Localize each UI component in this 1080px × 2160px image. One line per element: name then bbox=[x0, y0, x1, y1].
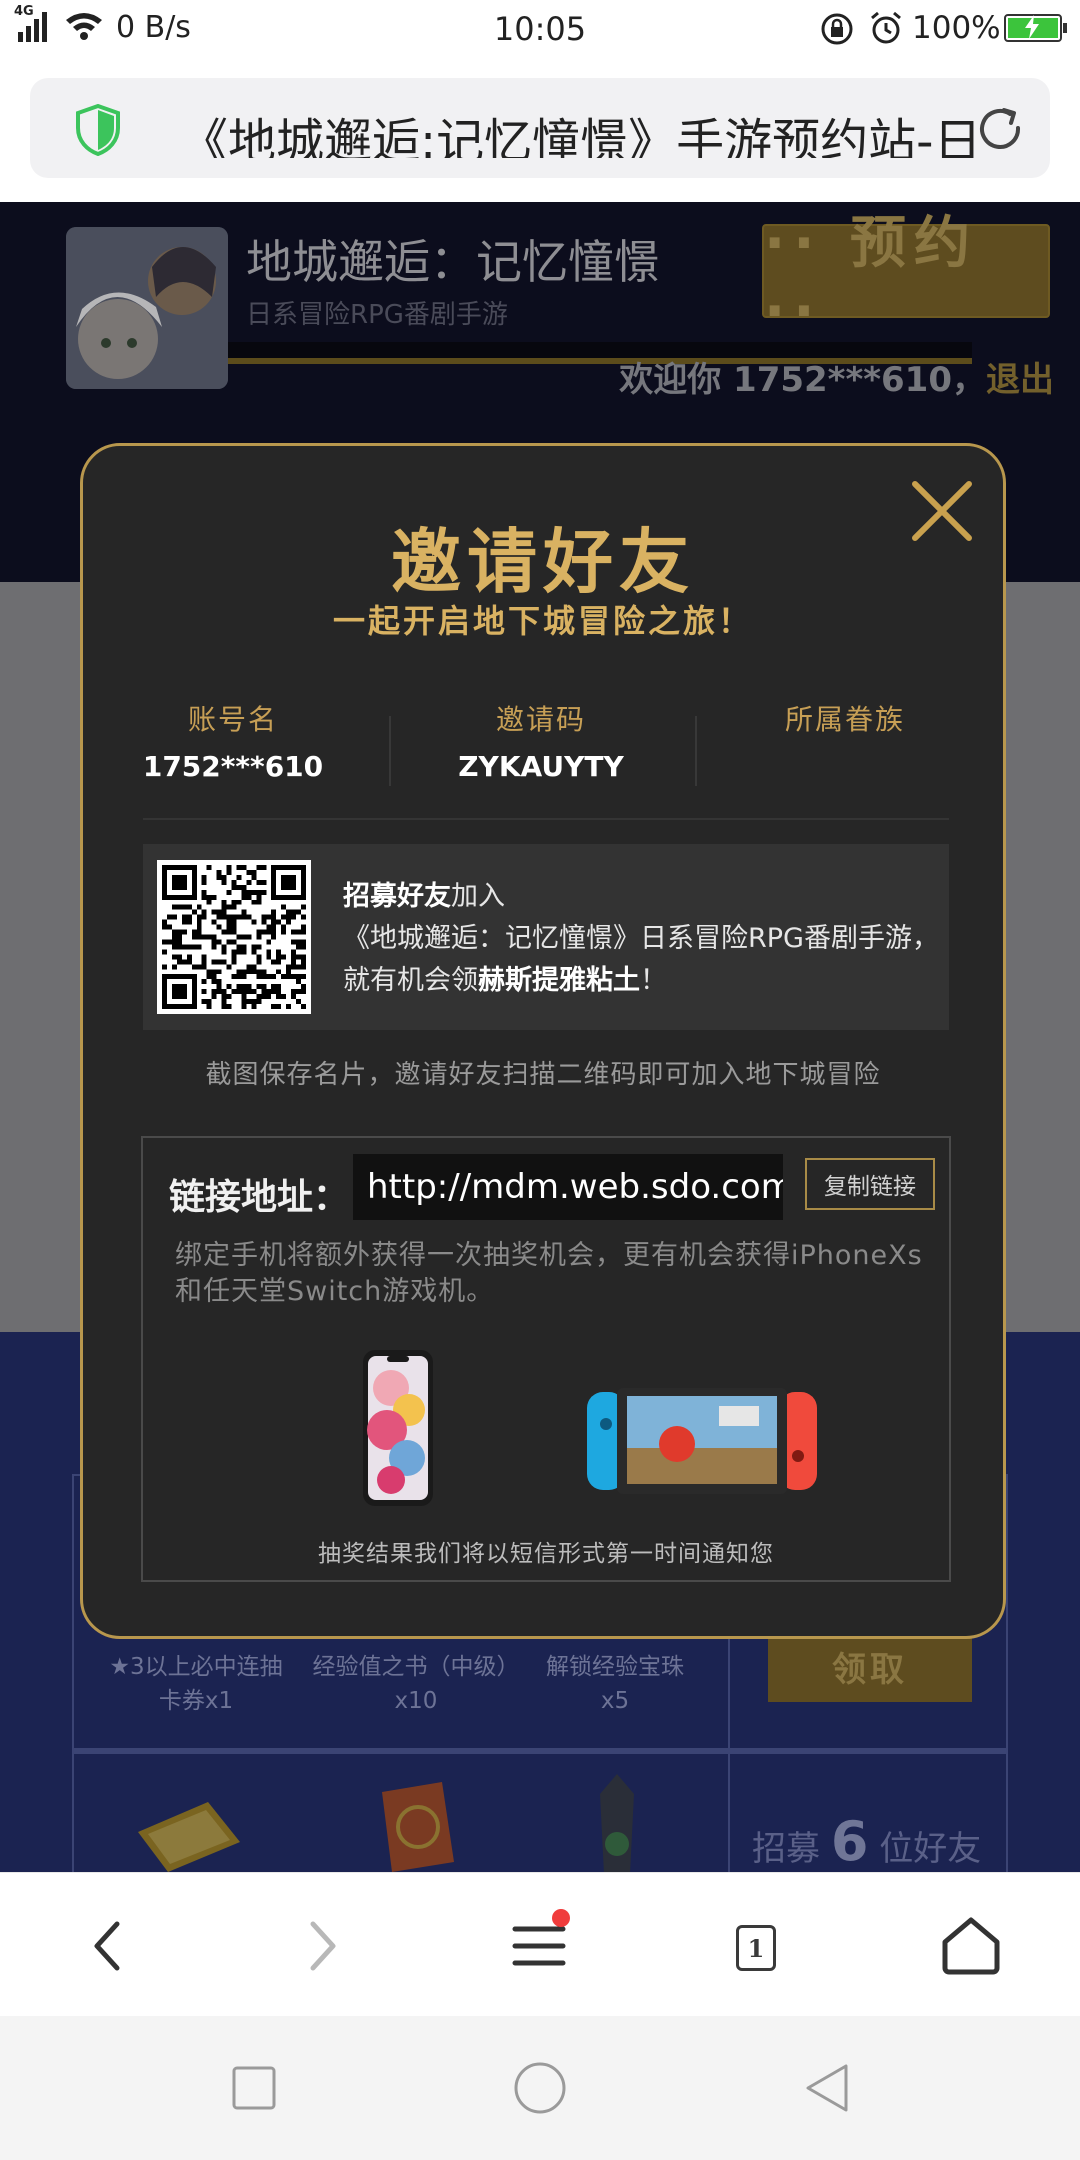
welcome-text: 欢迎你 1752***610，退出 bbox=[619, 352, 1054, 401]
link-field[interactable]: http://mdm.web.sdo.com bbox=[353, 1154, 783, 1220]
lottery-result-tip: 抽奖结果我们将以短信形式第一时间通知您 bbox=[318, 1541, 774, 1567]
reward-item: ★3以上必中连抽 卡券x1 bbox=[109, 1654, 283, 1714]
home-button[interactable] bbox=[926, 1901, 1016, 1991]
home-icon[interactable] bbox=[939, 1916, 1003, 1976]
status-bar: 4G 0 B/s 10:05 100% bbox=[0, 0, 1080, 56]
battery-icon bbox=[1004, 14, 1067, 42]
forward-icon[interactable] bbox=[303, 1918, 343, 1974]
bind-phone-tip: 绑定手机将额外获得一次抽奖机会，更有机会获得iPhoneXs和任天堂Switch… bbox=[175, 1240, 923, 1307]
modal-title: 邀请好友 bbox=[391, 521, 695, 603]
link-label: 链接地址： bbox=[169, 1177, 350, 1218]
family-info: 所属眷族 bbox=[695, 698, 995, 750]
shield-icon[interactable] bbox=[74, 104, 122, 156]
welcome-user: 欢迎你 1752***610， bbox=[619, 360, 986, 400]
invite-code-info: 邀请码 ZYKAUYTY bbox=[391, 698, 691, 783]
qr-code bbox=[157, 860, 311, 1014]
qr-description: 招募好友加入 《地城邂逅：记忆憧憬》日系冒险RPG番剧手游， 就有机会领赫斯提雅… bbox=[343, 881, 939, 996]
link-section: 链接地址： http://mdm.web.sdo.com 复制链接 绑定手机将额… bbox=[141, 1136, 951, 1582]
game-title: 地城邂逅：记忆憧憬 bbox=[246, 235, 660, 289]
address-bar[interactable]: 《地城邂逅:记忆憧憬》手游预约站-日 bbox=[30, 78, 1050, 178]
back-button[interactable] bbox=[62, 1901, 152, 1991]
lantern-icon bbox=[600, 1774, 634, 1872]
book-icon bbox=[382, 1782, 454, 1872]
rotation-lock-icon bbox=[821, 13, 853, 45]
qr-card: 招募好友加入 《地城邂逅：记忆憧憬》日系冒险RPG番剧手游， 就有机会领赫斯提雅… bbox=[143, 844, 949, 1030]
game-logo bbox=[66, 227, 228, 389]
invite-code-label: 邀请码 bbox=[495, 703, 586, 736]
home-nav-icon[interactable] bbox=[508, 2056, 572, 2120]
reward-item: 解锁经验宝珠 x5 bbox=[546, 1654, 684, 1714]
reward-item: 经验值之书（中级） x10 bbox=[312, 1654, 520, 1714]
browser-toolbar: 1 bbox=[0, 1872, 1080, 2016]
page-title[interactable]: 《地城邂逅:记忆憧憬》手游预约站-日 bbox=[180, 102, 980, 158]
menu-icon[interactable] bbox=[511, 1921, 567, 1971]
battery-percent: 100% bbox=[912, 10, 1001, 46]
reload-icon[interactable] bbox=[974, 104, 1026, 156]
recents-icon[interactable] bbox=[222, 2056, 286, 2120]
system-nav-bar bbox=[0, 2016, 1080, 2160]
back-icon[interactable] bbox=[87, 1918, 127, 1974]
modal-subtitle: 一起开启地下城冒险之旅！ bbox=[332, 602, 753, 640]
forward-button[interactable] bbox=[278, 1901, 368, 1991]
copy-link-button[interactable]: 复制链接 bbox=[805, 1158, 935, 1210]
menu-button[interactable] bbox=[494, 1901, 584, 1991]
logout-link[interactable]: 退出 bbox=[986, 360, 1054, 400]
back-nav-icon[interactable] bbox=[796, 2056, 860, 2120]
account-info: 账号名 1752***610 bbox=[83, 698, 383, 783]
game-subtitle: 日系冒险RPG番剧手游 bbox=[246, 300, 508, 330]
invite-modal: 邀请好友 一起开启地下城冒险之旅！ 账号名 1752***610 邀请码 ZYK… bbox=[80, 443, 1006, 1639]
recruit-goal: 招募 6 位好友 bbox=[752, 1810, 982, 1872]
claim-button[interactable]: 领取 bbox=[768, 1630, 972, 1702]
tabs-count[interactable]: 1 bbox=[736, 1925, 776, 1971]
alarm-icon bbox=[871, 11, 901, 44]
notification-dot bbox=[552, 1909, 570, 1927]
screenshot-tip: 截图保存名片，邀请好友扫描二维码即可加入地下城冒险 bbox=[205, 1060, 881, 1090]
ticket-icon bbox=[138, 1802, 240, 1872]
account-value: 1752***610 bbox=[142, 750, 324, 783]
account-label: 账号名 bbox=[187, 703, 278, 736]
iphone-prize-image bbox=[363, 1350, 433, 1506]
tabs-button[interactable]: 1 bbox=[710, 1901, 800, 1991]
reserve-button[interactable]: ·· 预约 ·· bbox=[762, 211, 1050, 344]
invite-code-value[interactable]: ZYKAUYTY bbox=[391, 750, 691, 783]
switch-prize-image bbox=[587, 1388, 817, 1494]
family-label: 所属眷族 bbox=[784, 703, 905, 736]
